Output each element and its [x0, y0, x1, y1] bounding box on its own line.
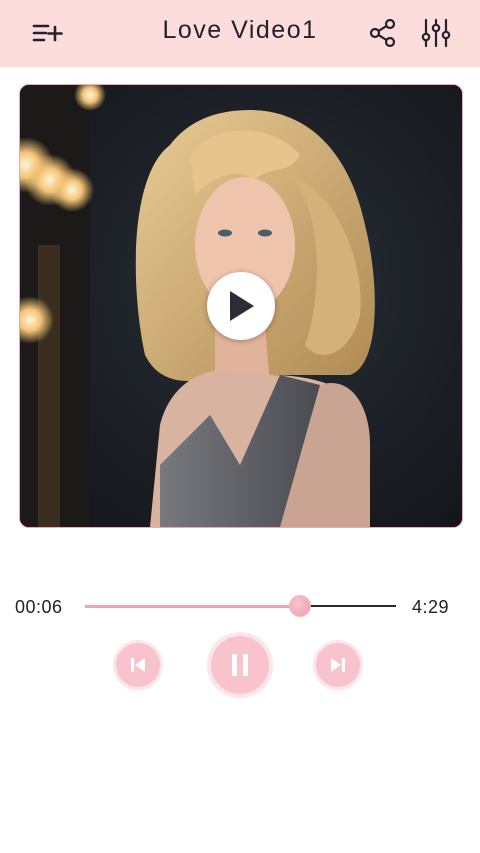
skip-previous-icon [131, 658, 145, 672]
share-icon [369, 18, 396, 48]
seek-bar-remaining [300, 605, 396, 607]
equalizer-icon [421, 18, 451, 48]
top-bar: Love Video1 [0, 0, 480, 67]
play-button[interactable] [207, 272, 275, 340]
seek-bar-progress [85, 605, 300, 608]
next-button[interactable] [316, 643, 360, 687]
total-time: 4:29 [412, 597, 450, 617]
seek-thumb[interactable] [290, 596, 310, 616]
page-title: Love Video1 [162, 16, 318, 44]
current-time: 00:06 [15, 597, 63, 617]
share-button[interactable] [363, 13, 403, 53]
pause-icon [232, 654, 248, 676]
playlist-add-button[interactable] [28, 13, 68, 53]
playlist-add-icon [32, 24, 63, 42]
video-thumbnail[interactable] [19, 84, 463, 528]
play-icon [230, 291, 254, 321]
equalizer-button[interactable] [416, 13, 456, 53]
pause-button[interactable] [211, 636, 269, 694]
seek-bar[interactable] [85, 596, 396, 616]
previous-button[interactable] [116, 643, 160, 687]
skip-next-icon [331, 658, 345, 672]
